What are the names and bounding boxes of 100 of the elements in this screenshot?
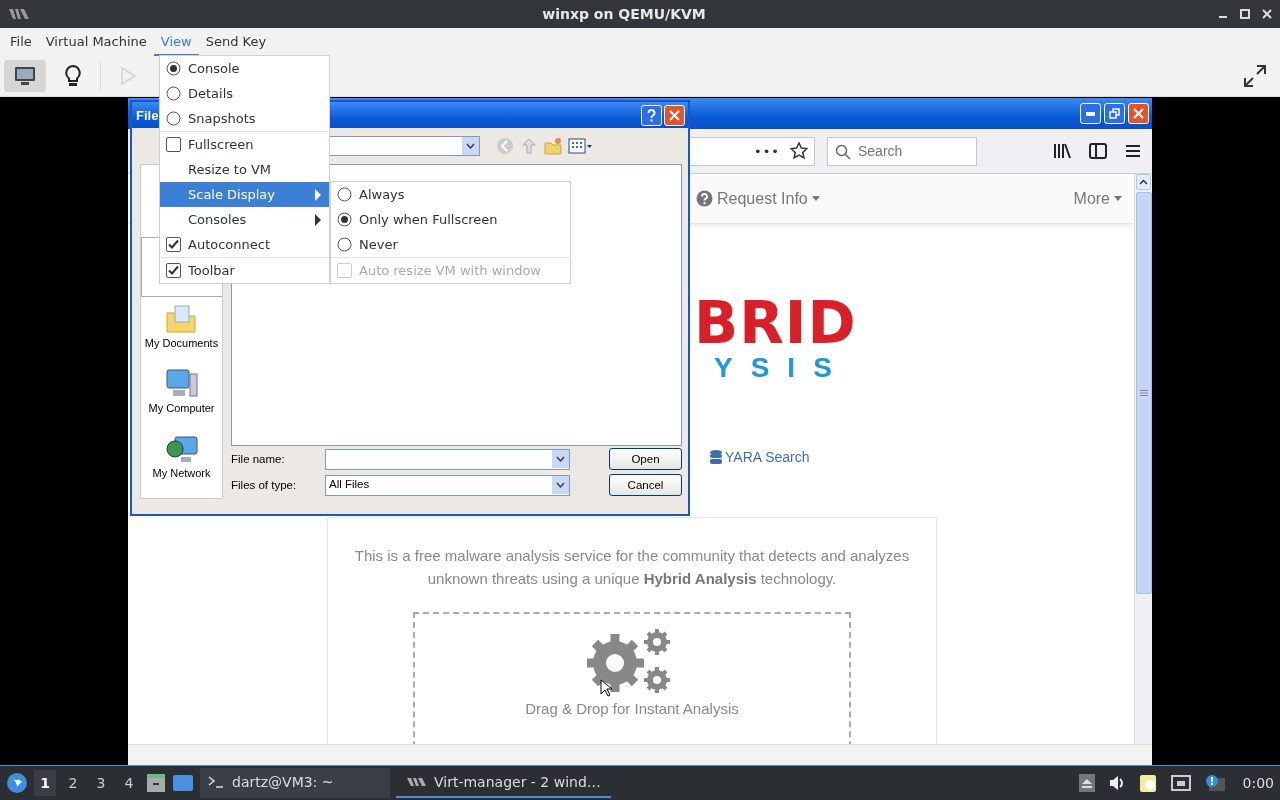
scroll-up-button[interactable] <box>1136 174 1151 190</box>
workspace-button[interactable]: 4 <box>118 770 140 796</box>
submenu-arrow-icon <box>315 188 321 201</box>
radio-button[interactable] <box>166 111 181 126</box>
help-button[interactable] <box>641 104 662 126</box>
cancel-button[interactable]: Cancel <box>609 474 682 496</box>
radio-button[interactable] <box>337 187 352 202</box>
radio-button[interactable] <box>337 237 352 252</box>
question-mark-icon <box>647 108 656 122</box>
minimize-button[interactable] <box>1080 103 1101 124</box>
logo: BRID YSIS <box>694 294 857 382</box>
views-grid-icon <box>568 138 592 154</box>
eject-icon <box>1078 774 1095 792</box>
menu[interactable]: File <box>3 28 39 56</box>
menu-item[interactable]: Fullscreen <box>160 131 329 157</box>
restore-icon <box>1109 108 1120 119</box>
start-menu-icon <box>6 772 28 794</box>
checkbox[interactable] <box>166 137 181 152</box>
lightbulb-icon <box>64 65 82 87</box>
vm-logo-icon <box>8 8 30 20</box>
minimize-icon <box>1086 111 1095 116</box>
notification-icon <box>1204 774 1225 792</box>
workspace-button[interactable]: 2 <box>62 770 84 796</box>
window-title: winxp on QEMU/KVM <box>541 6 707 22</box>
menu-item[interactable]: Always <box>331 182 570 207</box>
menu-item[interactable]: Autoconnect <box>160 232 329 257</box>
intro-text: This is a free malware analysis service for the community that detects and analyzes unknown threats using a unique Hybrid Analysis technology. <box>353 546 911 589</box>
menu-item[interactable]: Never <box>331 232 570 257</box>
search-icon <box>835 143 851 160</box>
place-item[interactable]: My Documents <box>144 303 219 369</box>
menu-item[interactable]: Toolbar <box>160 257 329 283</box>
terminal-icon <box>208 776 224 788</box>
maximize-icon[interactable] <box>1240 9 1250 19</box>
folder-icon <box>165 303 198 336</box>
up-folder-icon <box>520 137 538 155</box>
open-button[interactable]: Open <box>609 448 682 470</box>
menu-item[interactable]: Only when Fullscreen <box>331 207 570 232</box>
database-icon <box>710 450 722 464</box>
nav-link[interactable]: Request Info <box>696 189 820 208</box>
sidebar-icon <box>1089 143 1107 159</box>
vm-logo-icon <box>406 777 426 787</box>
file-cabinet-icon <box>146 773 166 793</box>
workspace-button[interactable]: 1 <box>34 770 56 796</box>
checkbox[interactable] <box>166 237 181 252</box>
radio-button[interactable] <box>337 212 352 227</box>
dropdown-caret-icon <box>1114 196 1122 201</box>
submenu-arrow-icon <box>315 213 321 226</box>
help-icon <box>696 190 713 207</box>
dropdown-caret-icon <box>556 455 565 462</box>
scroll-thumb[interactable] <box>1135 192 1152 594</box>
new-folder-icon <box>544 137 562 155</box>
yara-search-link[interactable]: YARA Search <box>710 449 810 465</box>
menu-item[interactable]: Resize to VM <box>160 157 329 182</box>
mouse-cursor-icon <box>600 679 612 697</box>
file-name-field[interactable] <box>325 448 570 470</box>
nav-link[interactable]: More <box>1073 189 1122 208</box>
page-actions-button[interactable]: ••• <box>754 143 780 159</box>
menu-item[interactable]: Console <box>160 56 329 81</box>
scrollbar[interactable] <box>1134 174 1152 744</box>
dialog-title: File <box>136 107 159 123</box>
place-item[interactable]: My Network <box>152 433 211 498</box>
taskbar-button[interactable]: Virt-manager - 2 wind… <box>396 768 611 798</box>
star-icon <box>790 142 808 160</box>
menu-item[interactable]: Snapshots <box>160 106 329 131</box>
volume-icon <box>1108 775 1125 791</box>
menu-item[interactable]: Details <box>160 81 329 106</box>
workspace-button[interactable]: 3 <box>90 770 112 796</box>
taskbar-button[interactable]: dartz@VM3: ~ <box>200 768 390 798</box>
drop-zone-label: Drag & Drop for Instant Analysis <box>525 700 739 717</box>
close-icon <box>1133 108 1144 119</box>
close-button[interactable] <box>664 104 685 126</box>
clipboard-icon <box>1138 773 1157 793</box>
close-icon <box>669 109 680 121</box>
console-button[interactable] <box>4 60 46 92</box>
expand-arrows-icon <box>1243 64 1267 88</box>
dropdown-caret-icon <box>556 481 565 488</box>
checkbox[interactable] <box>166 263 181 278</box>
field-label: Files of type: <box>231 479 298 491</box>
window-icon <box>172 773 194 793</box>
library-icon <box>1053 143 1071 159</box>
up-chevron-icon <box>1139 179 1148 185</box>
field-label: File name: <box>231 453 286 465</box>
grip-icon <box>1139 390 1148 396</box>
menu-item[interactable]: Consoles <box>160 207 329 232</box>
radio-button[interactable] <box>166 86 181 101</box>
clock: 0:00 <box>1242 775 1274 791</box>
dropdown-caret-icon <box>811 196 820 201</box>
menu[interactable]: Virtual Machine <box>38 28 154 56</box>
close-button[interactable] <box>1128 103 1149 124</box>
vm-display[interactable] <box>0 97 1280 765</box>
menu-item[interactable]: Scale Display <box>160 182 329 207</box>
close-icon[interactable] <box>1262 9 1272 19</box>
menu[interactable]: Send Key <box>198 28 274 56</box>
file-type-dropdown[interactable]: All Files <box>325 474 570 496</box>
play-icon <box>120 67 136 85</box>
place-item[interactable]: My Computer <box>148 368 215 434</box>
search-field[interactable]: Search <box>827 136 977 166</box>
radio-button[interactable] <box>166 61 181 76</box>
monitor-icon <box>14 66 36 86</box>
restore-button[interactable] <box>1104 103 1125 124</box>
